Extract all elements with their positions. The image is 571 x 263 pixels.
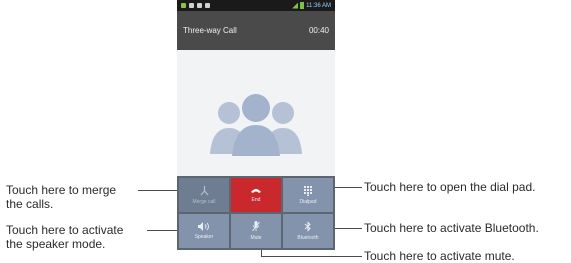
contacts-group-icon xyxy=(210,94,302,156)
mute-icon xyxy=(252,221,260,232)
contact-photo-area xyxy=(177,50,335,176)
notification-icon xyxy=(205,3,210,8)
merge-callout-line2: the calls. xyxy=(6,197,54,211)
status-notification-icons xyxy=(181,3,210,8)
battery-icon xyxy=(300,2,305,9)
notification-icon xyxy=(189,3,194,8)
end-call-button[interactable]: End xyxy=(231,178,281,212)
merge-leader-line xyxy=(138,190,180,191)
speaker-icon xyxy=(198,222,209,231)
status-bar: 11:36 AM xyxy=(177,0,335,11)
mute-callout: Touch here to activate mute. xyxy=(364,249,515,263)
call-title-bar: Three-way Call 00:40 xyxy=(177,11,335,50)
merge-icon xyxy=(200,185,208,195)
bluetooth-icon xyxy=(304,221,311,232)
phone-screen: 11:36 AM Three-way Call 00:40 Merge call xyxy=(177,0,335,250)
end-call-label: End xyxy=(251,197,261,203)
speaker-label: Speaker xyxy=(194,234,214,240)
signal-icon xyxy=(292,2,299,9)
dialpad-icon xyxy=(304,185,312,196)
status-system-icons: 11:36 AM xyxy=(292,2,331,9)
call-duration: 00:40 xyxy=(308,26,329,35)
mute-button[interactable]: Mute xyxy=(231,214,281,248)
speaker-button[interactable]: Speaker xyxy=(179,214,229,248)
notification-icon xyxy=(197,3,202,8)
dialpad-button[interactable]: Dialpad xyxy=(283,178,333,212)
status-time: 11:36 AM xyxy=(306,2,331,9)
mute-leader-horizontal xyxy=(261,256,362,257)
dialpad-label: Dialpad xyxy=(299,198,317,205)
bluetooth-label: Bluetooth xyxy=(297,235,319,241)
merge-call-label: Merge call xyxy=(192,198,216,205)
merge-call-button[interactable]: Merge call xyxy=(179,178,229,212)
mute-label: Mute xyxy=(250,235,262,241)
call-title: Three-way Call xyxy=(183,26,237,35)
speaker-leader-line xyxy=(147,230,180,231)
merge-callout-line1: Touch here to merge xyxy=(6,183,117,197)
call-status-icon xyxy=(181,3,186,8)
end-call-icon xyxy=(251,189,261,193)
speaker-callout-line2: the speaker mode. xyxy=(6,237,106,251)
bluetooth-callout: Touch here to activate Bluetooth. xyxy=(364,221,539,235)
dialpad-callout: Touch here to open the dial pad. xyxy=(364,180,536,194)
speaker-callout-line1: Touch here to activate xyxy=(6,223,124,237)
call-button-grid: Merge call End Dialpad Speaker Mute Blue… xyxy=(177,176,335,250)
bluetooth-button[interactable]: Bluetooth xyxy=(283,214,333,248)
